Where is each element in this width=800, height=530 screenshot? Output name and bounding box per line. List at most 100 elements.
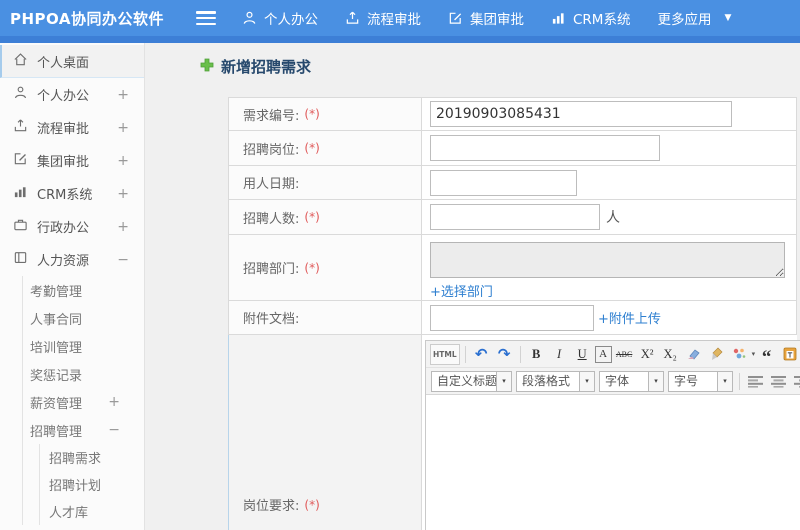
field-label: 岗位要求: (*) (229, 335, 422, 530)
paragraph-format-dropdown[interactable]: 段落格式 ▾ (516, 370, 595, 392)
department-textarea[interactable] (430, 242, 785, 278)
edit-icon (13, 151, 28, 170)
caret-down-icon: ▾ (718, 370, 733, 392)
recruit-submenu: 招聘需求 招聘计划 人才库 (39, 444, 144, 525)
paste-word-icon[interactable] (779, 344, 800, 365)
editor-content-area[interactable] (426, 395, 800, 530)
sidebar-item-talent-pool[interactable]: 人才库 (40, 498, 144, 525)
caret-down-icon[interactable]: ▾ (752, 350, 756, 358)
expand-toggle[interactable]: + (117, 153, 129, 169)
hr-submenu: 考勤管理 人事合同 培训管理 奖惩记录 薪资管理 + 招聘管理 − 招聘需求 招聘计… (22, 276, 144, 525)
sidebar-item-recruit-demand[interactable]: 招聘需求 (40, 444, 144, 471)
font-family-dropdown[interactable]: 字体 ▾ (599, 370, 664, 392)
rich-text-editor: HTML ↶ ↷ B I U A ABC X² X₂ ▾ “ 自定义标题 ▾ 段… (425, 340, 800, 530)
sidebar-item-reward-punishment[interactable]: 奖惩记录 (23, 360, 144, 388)
italic-button[interactable]: I (549, 344, 570, 365)
form-row-attachment: 附件文档: +附件上传 (228, 301, 797, 335)
sidebar-item-admin-office[interactable]: 行政办公 + (0, 210, 144, 243)
position-input[interactable] (430, 135, 660, 161)
expand-toggle[interactable]: + (117, 186, 129, 202)
bold-button[interactable]: B (526, 344, 547, 365)
topnav-personal-office[interactable]: 个人办公 (242, 8, 318, 28)
unit-suffix: 人 (606, 210, 620, 226)
field-label: 需求编号: (*) (229, 98, 422, 130)
html-source-button[interactable]: HTML (430, 343, 460, 365)
required-marker: (*) (304, 497, 320, 512)
blockquote-button[interactable]: “ (756, 344, 777, 368)
flow-icon (345, 10, 360, 26)
expand-toggle[interactable]: + (117, 120, 129, 136)
sidebar-item-attendance-mgmt[interactable]: 考勤管理 (23, 276, 144, 304)
sidebar-item-human-resources[interactable]: 人力资源 − (0, 243, 144, 276)
topnav-crm-system[interactable]: CRM系统 (551, 8, 630, 28)
caret-down-icon[interactable]: ▼ (724, 13, 731, 23)
eraser-icon[interactable] (683, 344, 704, 365)
field-label: 附件文档: (229, 301, 422, 334)
demand-no-input[interactable] (430, 101, 732, 127)
sidebar-item-crm-system[interactable]: CRM系统 + (0, 177, 144, 210)
align-right-icon[interactable] (793, 374, 800, 388)
form-row-demand-no: 需求编号: (*) (228, 97, 797, 131)
headcount-input[interactable] (430, 204, 600, 230)
auto-typeset-icon[interactable] (729, 344, 750, 365)
expand-toggle[interactable]: + (117, 87, 129, 103)
sidebar-item-group-approval[interactable]: 集团审批 + (0, 144, 144, 177)
hire-date-input[interactable] (430, 169, 577, 196)
collapse-toggle[interactable]: − (108, 422, 120, 438)
superscript-button[interactable]: X² (637, 344, 658, 365)
undo-button[interactable]: ↶ (471, 344, 492, 365)
form-row-position: 招聘岗位: (*) (228, 131, 797, 166)
format-painter-icon[interactable] (706, 344, 727, 365)
field-label: 招聘岗位: (*) (229, 131, 422, 165)
select-department-link[interactable]: +选择部门 (430, 281, 493, 300)
align-left-icon[interactable] (747, 374, 764, 388)
attachment-input[interactable] (430, 304, 594, 331)
redo-button[interactable]: ↷ (494, 344, 515, 365)
chart-icon (551, 10, 566, 26)
user-icon (242, 10, 257, 26)
required-marker: (*) (304, 260, 320, 275)
required-marker: (*) (304, 141, 320, 155)
sidebar-item-personnel-contract[interactable]: 人事合同 (23, 304, 144, 332)
caret-down-icon: ▾ (649, 370, 664, 392)
chart-icon (13, 184, 28, 203)
field-label: 招聘人数: (*) (229, 200, 422, 234)
edit-icon (448, 10, 463, 26)
app-logo: PHPOA协同办公软件 (10, 9, 164, 28)
topnav-group-approval[interactable]: 集团审批 (448, 8, 524, 28)
topnav-more-apps[interactable]: 更多应用 (657, 8, 711, 28)
book-icon (13, 250, 28, 269)
custom-title-dropdown[interactable]: 自定义标题 ▾ (431, 370, 512, 392)
briefcase-icon (13, 217, 28, 236)
editor-toolbar-row2: 自定义标题 ▾ 段落格式 ▾ 字体 ▾ 字号 ▾ (426, 368, 800, 395)
topbar: PHPOA协同办公软件 个人办公 流程审批 集团审批 CRM系统 更多应用 ▼ (0, 0, 800, 43)
sidebar-item-personal-office[interactable]: 个人办公 + (0, 78, 144, 111)
recruit-demand-form: 需求编号: (*) 招聘岗位: (*) 用人日期: (228, 97, 800, 530)
expand-toggle[interactable]: + (117, 219, 129, 235)
attachment-upload-link[interactable]: +附件上传 (598, 308, 661, 327)
sidebar-item-recruit-plan[interactable]: 招聘计划 (40, 471, 144, 498)
font-size-dropdown[interactable]: 字号 ▾ (668, 370, 733, 392)
align-center-icon[interactable] (770, 374, 787, 388)
hamburger-menu-icon[interactable] (196, 11, 216, 25)
strikethrough-button[interactable]: ABC (614, 344, 635, 365)
sidebar-item-salary-mgmt[interactable]: 薪资管理 + (23, 388, 144, 416)
sidebar-item-recruit-mgmt[interactable]: 招聘管理 − (23, 416, 144, 444)
char-border-button[interactable]: A (594, 345, 612, 363)
underline-button[interactable]: U (572, 344, 593, 365)
flow-icon (13, 118, 28, 137)
subscript-button[interactable]: X₂ (660, 344, 681, 365)
form-row-hire-date: 用人日期: (228, 166, 797, 200)
topbar-accent-strip (0, 36, 800, 43)
plus-icon (200, 57, 214, 76)
sidebar-item-training-mgmt[interactable]: 培训管理 (23, 332, 144, 360)
expand-toggle[interactable]: + (108, 394, 120, 410)
collapse-toggle[interactable]: − (117, 252, 129, 268)
form-row-headcount: 招聘人数: (*) 人 (228, 200, 797, 235)
form-row-department: 招聘部门: (*) +选择部门 (228, 235, 797, 301)
required-marker: (*) (304, 210, 320, 224)
field-label: 用人日期: (229, 166, 422, 199)
topnav-workflow-approval[interactable]: 流程审批 (345, 8, 421, 28)
sidebar-item-workflow-approval[interactable]: 流程审批 + (0, 111, 144, 144)
sidebar-item-personal-desktop[interactable]: 个人桌面 (0, 45, 144, 78)
